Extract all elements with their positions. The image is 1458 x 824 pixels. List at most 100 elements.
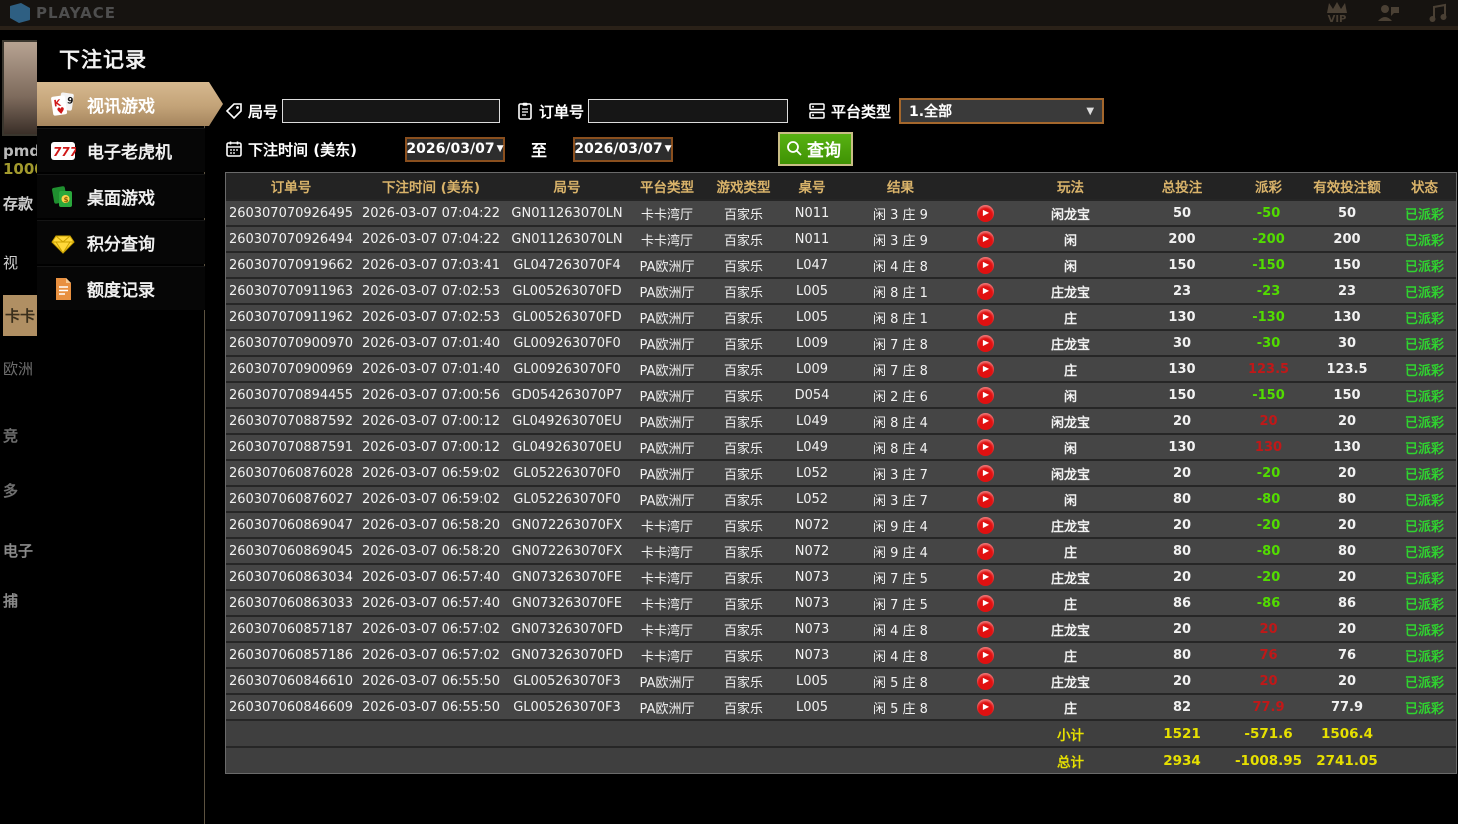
play-video-button[interactable]: ▶ xyxy=(977,542,994,560)
calendar-icon xyxy=(226,141,242,157)
cell-result: 闲 2 庄 6 xyxy=(843,381,958,407)
cell-valid-bet: 20 xyxy=(1301,667,1393,693)
cell-round-id: GN073263070FE xyxy=(506,589,628,615)
sidebar-item-4[interactable]: 积分查询 xyxy=(37,220,205,264)
sidebar-item-2[interactable]: 777 电子老虎机 xyxy=(37,128,205,172)
cell-play: ▶ xyxy=(958,693,1013,719)
cell-platform-type: PA欧洲厅 xyxy=(628,277,706,303)
tag-icon xyxy=(225,103,242,120)
cell-result: 闲 3 庄 7 xyxy=(843,459,958,485)
cell-order-id: 260307070900969 xyxy=(226,355,356,381)
play-video-button[interactable]: ▶ xyxy=(977,698,994,716)
cell-table-no: N073 xyxy=(781,589,843,615)
cell-play: ▶ xyxy=(958,199,1013,225)
cell-total-bet: 20 xyxy=(1128,615,1236,641)
cell-total-bet: 20 xyxy=(1128,667,1236,693)
cell-payout: -30 xyxy=(1236,329,1301,355)
play-video-button[interactable]: ▶ xyxy=(977,620,994,638)
play-video-button[interactable]: ▶ xyxy=(977,308,994,326)
cell-platform-type: 卡卡湾厅 xyxy=(628,615,706,641)
summary-total-bet: 1521 xyxy=(1128,719,1236,746)
cell-status: 已派彩 xyxy=(1393,303,1456,329)
cell-order-id: 260307070926494 xyxy=(226,225,356,251)
cell-status: 已派彩 xyxy=(1393,537,1456,563)
order-input[interactable] xyxy=(588,99,789,123)
cell-platform-type: PA欧洲厅 xyxy=(628,381,706,407)
cell-table-no: L049 xyxy=(781,407,843,433)
play-video-button[interactable]: ▶ xyxy=(977,230,994,248)
cell-order-id: 260307070911963 xyxy=(226,277,356,303)
cell-payout: 76 xyxy=(1236,641,1301,667)
date-to-picker[interactable]: 2026/03/07 ▼ xyxy=(572,136,673,162)
round-input[interactable] xyxy=(282,99,501,123)
cell-play-type: 闲龙宝 xyxy=(1013,199,1128,225)
play-video-button[interactable]: ▶ xyxy=(977,256,994,274)
cell-result: 闲 3 庄 7 xyxy=(843,485,958,511)
play-video-button[interactable]: ▶ xyxy=(977,412,994,430)
play-video-button[interactable]: ▶ xyxy=(977,672,994,690)
play-video-button[interactable]: ▶ xyxy=(977,568,994,586)
cell-round-id: GL009263070F0 xyxy=(506,355,628,381)
cell-valid-bet: 23 xyxy=(1301,277,1393,303)
cell-total-bet: 80 xyxy=(1128,537,1236,563)
play-video-button[interactable]: ▶ xyxy=(977,386,994,404)
total-label: 总计 xyxy=(1013,746,1128,773)
cell-bet-time: 2026-03-07 07:03:41 xyxy=(356,251,506,277)
cell-status: 已派彩 xyxy=(1393,589,1456,615)
music-icon[interactable] xyxy=(1428,3,1448,24)
cell-bet-time: 2026-03-07 07:00:56 xyxy=(356,381,506,407)
cell-result: 闲 4 庄 8 xyxy=(843,615,958,641)
cell-play-type: 闲 xyxy=(1013,225,1128,251)
play-video-button[interactable]: ▶ xyxy=(977,282,994,300)
cell-total-bet: 150 xyxy=(1128,251,1236,277)
cell-order-id: 260307060857186 xyxy=(226,641,356,667)
cell-payout: -23 xyxy=(1236,277,1301,303)
play-video-button[interactable]: ▶ xyxy=(977,490,994,508)
cell-play: ▶ xyxy=(958,563,1013,589)
cell-payout: -50 xyxy=(1236,199,1301,225)
column-header-play xyxy=(958,173,1013,199)
play-video-button[interactable]: ▶ xyxy=(977,360,994,378)
cell-valid-bet: 200 xyxy=(1301,225,1393,251)
cell-bet-time: 2026-03-07 06:57:02 xyxy=(356,641,506,667)
cell-round-id: GL052263070F0 xyxy=(506,485,628,511)
play-video-button[interactable]: ▶ xyxy=(977,438,994,456)
column-header-status: 状态 xyxy=(1393,173,1456,199)
cell-play-type: 庄龙宝 xyxy=(1013,667,1128,693)
cell-result: 闲 7 庄 8 xyxy=(843,329,958,355)
sidebar-item-1[interactable]: 9 K ♥ 视讯游戏 xyxy=(37,82,223,126)
play-video-button[interactable]: ▶ xyxy=(977,646,994,664)
search-button[interactable]: 查询 xyxy=(777,132,853,166)
sidebar-item-3[interactable]: $ 桌面游戏 xyxy=(37,174,205,218)
cell-game-type: 百家乐 xyxy=(706,485,781,511)
platform-list-icon xyxy=(809,103,825,119)
cell-play-type: 闲 xyxy=(1013,381,1128,407)
cell-table-no: L009 xyxy=(781,355,843,381)
cell-result: 闲 8 庄 1 xyxy=(843,277,958,303)
cell-game-type: 百家乐 xyxy=(706,433,781,459)
cell-platform-type: PA欧洲厅 xyxy=(628,433,706,459)
cell-game-type: 百家乐 xyxy=(706,459,781,485)
play-video-button[interactable]: ▶ xyxy=(977,464,994,482)
vip-icon[interactable]: VIP xyxy=(1326,1,1348,25)
cell-play-type: 庄龙宝 xyxy=(1013,563,1128,589)
cell-game-type: 百家乐 xyxy=(706,329,781,355)
cell-valid-bet: 123.5 xyxy=(1301,355,1393,381)
play-video-button[interactable]: ▶ xyxy=(977,204,994,222)
play-video-button[interactable]: ▶ xyxy=(977,594,994,612)
summary-total-bet: 2934 xyxy=(1128,746,1236,773)
cell-status: 已派彩 xyxy=(1393,459,1456,485)
summary-status-spacer xyxy=(1393,719,1456,746)
cell-bet-time: 2026-03-07 07:04:22 xyxy=(356,225,506,251)
cell-bet-time: 2026-03-07 07:00:12 xyxy=(356,433,506,459)
summary-payout: -1008.95 xyxy=(1235,746,1302,773)
platform-type-select[interactable]: 1.全部 ▼ xyxy=(899,98,1105,124)
play-video-button[interactable]: ▶ xyxy=(977,516,994,534)
cell-table-no: N011 xyxy=(781,199,843,225)
play-video-button[interactable]: ▶ xyxy=(977,334,994,352)
date-from-picker[interactable]: 2026/03/07 ▼ xyxy=(404,136,505,162)
cell-payout: -200 xyxy=(1236,225,1301,251)
sidebar-item-5[interactable]: 额度记录 xyxy=(37,266,205,310)
cell-order-id: 260307060876028 xyxy=(226,459,356,485)
customer-service-icon[interactable] xyxy=(1376,3,1400,24)
